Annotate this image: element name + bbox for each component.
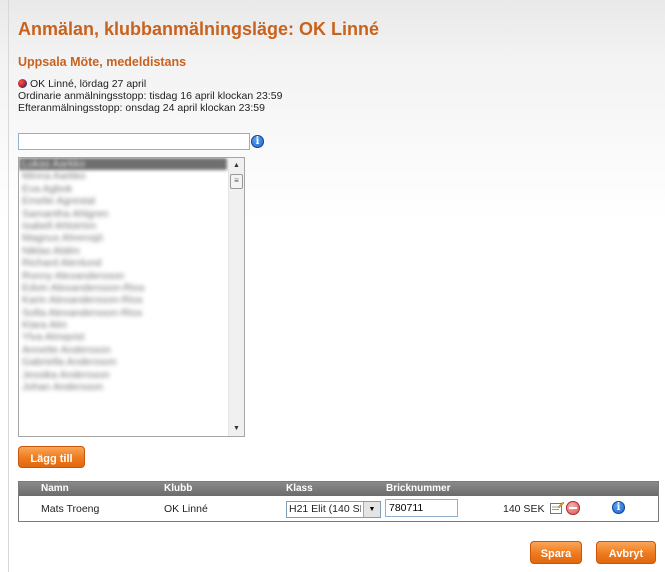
member-search-input[interactable]	[18, 133, 250, 150]
list-item[interactable]: Emelie Agrestal	[19, 195, 227, 207]
cancel-button[interactable]: Avbryt	[596, 541, 656, 564]
list-item[interactable]: Niklas Aldén	[19, 245, 227, 257]
frame-border	[8, 0, 9, 572]
table-row: Mats Troeng OK Linné H21 Elit (140 SEK) …	[19, 496, 658, 521]
column-header-name: Namn	[41, 483, 69, 494]
save-button[interactable]: Spara	[530, 541, 582, 564]
entry-name: Mats Troeng	[41, 503, 100, 515]
list-item[interactable]: Gabriella Andersson	[19, 356, 227, 368]
column-header-club: Klubb	[164, 483, 193, 494]
list-item[interactable]: Sofia Alexandersson-Rios	[19, 307, 227, 319]
list-item[interactable]: Jessika Andersson	[19, 369, 227, 381]
class-select-value: H21 Elit (140 SEK)	[289, 503, 361, 515]
event-title: Uppsala Möte, medeldistans	[18, 55, 187, 69]
add-button[interactable]: Lägg till	[18, 446, 85, 468]
list-item[interactable]: Richard Alenlund	[19, 257, 227, 269]
late-deadline: Efteranmälningsstopp: onsdag 24 april kl…	[18, 102, 265, 114]
info-icon[interactable]: i	[251, 135, 264, 148]
ordinary-deadline: Ordinarie anmälningsstopp: tisdag 16 apr…	[18, 90, 283, 102]
list-item[interactable]: Ylva Almqvist	[19, 331, 227, 343]
list-item[interactable]: Eva Agbok	[19, 183, 227, 195]
edit-icon[interactable]	[550, 501, 564, 514]
scroll-down-arrow-icon[interactable]: ▼	[230, 422, 243, 435]
list-item[interactable]: Edvin Alexandersson-Rios	[19, 282, 227, 294]
list-item[interactable]: Magnus Ahrensjö	[19, 232, 227, 244]
class-select[interactable]: H21 Elit (140 SEK) ▼	[286, 501, 381, 518]
remove-icon[interactable]	[566, 501, 580, 515]
chip-number-input[interactable]	[385, 499, 458, 517]
list-item[interactable]: Ronny Alexandersson	[19, 270, 227, 282]
page-title: Anmälan, klubbanmälningsläge: OK Linné	[18, 19, 380, 39]
list-item[interactable]: Lukas Aarkko	[19, 158, 227, 171]
event-organizer-line: OK Linné, lördag 27 april	[18, 78, 282, 90]
chevron-down-icon[interactable]: ▼	[363, 502, 380, 517]
page: Anmälan, klubbanmälningsläge: OK Linné U…	[0, 0, 665, 572]
list-item[interactable]: Johan Andersson	[19, 381, 227, 393]
organizer-date: OK Linné, lördag 27 april	[30, 78, 147, 90]
list-item[interactable]: Annette Andersson	[19, 344, 227, 356]
club-logo-icon	[18, 79, 27, 88]
list-item[interactable]: Klara Alm	[19, 319, 227, 331]
list-item[interactable]: Samantha Ahlgren	[19, 208, 227, 220]
row-info-icon[interactable]: i	[612, 501, 625, 514]
member-list: Lukas Aarkko Minna Aarkko Eva Agbok Emelie …	[19, 158, 227, 393]
list-item[interactable]: Isabell Ahlström	[19, 220, 227, 232]
event-info: OK Linné, lördag 27 april Ordinarie anmä…	[18, 78, 282, 114]
entry-fee: 140 SEK	[503, 503, 545, 515]
list-item[interactable]: Minna Aarkko	[19, 170, 227, 182]
column-header-chip: Bricknummer	[386, 483, 451, 494]
scroll-up-arrow-icon[interactable]: ▲	[230, 159, 243, 172]
list-item[interactable]: Karin Alexandersson-Rios	[19, 294, 227, 306]
scroll-thumb[interactable]: ≡	[230, 174, 243, 189]
entry-club: OK Linné	[164, 503, 208, 515]
member-listbox[interactable]: Lukas Aarkko Minna Aarkko Eva Agbok Emelie …	[18, 157, 245, 437]
table-header: Namn Klubb Klass Bricknummer	[19, 482, 658, 496]
entries-table: Namn Klubb Klass Bricknummer Mats Troeng…	[18, 481, 659, 522]
listbox-scrollbar[interactable]: ▲ ≡ ▼	[228, 158, 244, 436]
column-header-class: Klass	[286, 483, 313, 494]
